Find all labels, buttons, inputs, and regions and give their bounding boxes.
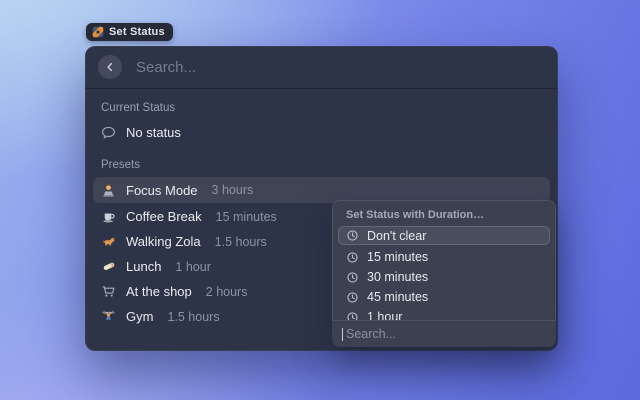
submenu-list: Don't clear 15 minutes 30 minutes 45 min… (332, 226, 556, 327)
burrito-icon (101, 259, 116, 274)
set-status-extension-icon (92, 26, 104, 38)
section-current-status: Current Status (93, 97, 550, 120)
dog-icon (101, 234, 116, 249)
badge-label: Set Status (109, 26, 165, 38)
speech-bubble-icon (101, 125, 116, 140)
preset-duration: 1.5 hours (215, 235, 267, 249)
list-item-no-status[interactable]: No status (93, 120, 550, 145)
back-button[interactable] (98, 55, 122, 79)
section-presets: Presets (93, 154, 550, 177)
chevron-left-icon (104, 61, 116, 73)
clock-icon (346, 271, 359, 284)
clock-icon (346, 291, 359, 304)
submenu-item-label: 15 minutes (367, 250, 428, 264)
search-bar (85, 46, 558, 89)
preset-duration: 15 minutes (216, 210, 277, 224)
weightlifter-icon (101, 309, 116, 324)
preset-duration: 1.5 hours (167, 310, 219, 324)
coffee-icon (101, 209, 116, 224)
submenu-item-label: 30 minutes (367, 270, 428, 284)
clock-icon (346, 229, 359, 242)
preset-name: Lunch (126, 259, 161, 274)
submenu-item-label: 45 minutes (367, 290, 428, 304)
preset-name: Gym (126, 309, 153, 324)
person-technologist-icon (101, 183, 116, 198)
duration-submenu: Set Status with Duration… Don't clear 15… (332, 200, 556, 347)
list-item-label: No status (126, 125, 181, 140)
search-input[interactable] (134, 58, 545, 77)
clock-icon (346, 251, 359, 264)
section-gap (93, 145, 550, 154)
submenu-search-input[interactable] (344, 326, 546, 342)
preset-name: At the shop (126, 284, 192, 299)
text-cursor (342, 328, 343, 341)
submenu-search-bar (332, 320, 556, 347)
submenu-item-45-minutes[interactable]: 45 minutes (338, 287, 550, 307)
submenu-title: Set Status with Duration… (332, 200, 556, 226)
preset-duration: 2 hours (206, 285, 248, 299)
submenu-item-30-minutes[interactable]: 30 minutes (338, 267, 550, 287)
submenu-item-15-minutes[interactable]: 15 minutes (338, 247, 550, 267)
preset-name: Walking Zola (126, 234, 201, 249)
submenu-item-label: Don't clear (367, 229, 426, 243)
shopping-cart-icon (101, 284, 116, 299)
preset-duration: 3 hours (212, 183, 254, 197)
preset-duration: 1 hour (175, 260, 210, 274)
preset-name: Coffee Break (126, 209, 202, 224)
submenu-item-dont-clear[interactable]: Don't clear (338, 226, 550, 245)
set-status-badge[interactable]: Set Status (86, 23, 173, 41)
preset-name: Focus Mode (126, 183, 198, 198)
